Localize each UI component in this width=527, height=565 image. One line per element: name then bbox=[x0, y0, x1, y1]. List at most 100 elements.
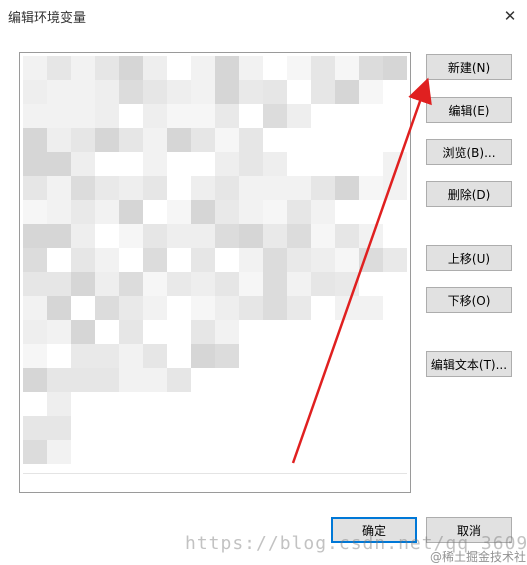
watermark-site: @稀土掘金技术社区 bbox=[430, 550, 527, 564]
redacted-pixel bbox=[23, 296, 47, 320]
redacted-pixel bbox=[47, 224, 71, 248]
redacted-pixel bbox=[311, 272, 335, 296]
redacted-pixel bbox=[47, 128, 71, 152]
redacted-pixel bbox=[239, 56, 263, 80]
redacted-pixel bbox=[215, 128, 239, 152]
redacted-pixel bbox=[143, 128, 167, 152]
redacted-pixel bbox=[47, 440, 71, 464]
redacted-pixel bbox=[95, 176, 119, 200]
redacted-pixel bbox=[23, 344, 47, 368]
redacted-pixel bbox=[335, 152, 359, 176]
redacted-pixel bbox=[215, 176, 239, 200]
redacted-pixel bbox=[143, 152, 167, 176]
redacted-pixel bbox=[215, 224, 239, 248]
redacted-pixel bbox=[287, 224, 311, 248]
redacted-pixel bbox=[383, 56, 407, 80]
new-button[interactable]: 新建(N) bbox=[426, 54, 512, 80]
redacted-pixel bbox=[167, 368, 191, 392]
delete-button[interactable]: 删除(D) bbox=[426, 181, 512, 207]
redacted-pixel bbox=[167, 344, 191, 368]
redacted-pixel bbox=[47, 392, 71, 416]
redacted-pixel bbox=[47, 296, 71, 320]
redacted-pixel bbox=[287, 248, 311, 272]
redacted-pixel bbox=[239, 176, 263, 200]
redacted-pixel bbox=[95, 272, 119, 296]
move-up-button[interactable]: 上移(U) bbox=[426, 245, 512, 271]
redacted-pixel bbox=[47, 368, 71, 392]
redacted-pixel bbox=[287, 176, 311, 200]
redacted-pixel bbox=[23, 440, 47, 464]
redacted-pixel bbox=[47, 248, 71, 272]
redacted-pixel bbox=[191, 296, 215, 320]
redacted-pixel bbox=[335, 56, 359, 80]
redacted-pixel bbox=[191, 200, 215, 224]
redacted-pixel bbox=[143, 320, 167, 344]
redacted-pixel bbox=[359, 80, 383, 104]
redacted-pixel bbox=[47, 152, 71, 176]
redacted-pixel bbox=[23, 392, 47, 416]
redacted-pixel bbox=[239, 104, 263, 128]
redacted-pixel bbox=[359, 224, 383, 248]
redacted-pixel bbox=[287, 272, 311, 296]
redacted-pixel bbox=[191, 224, 215, 248]
redacted-pixel bbox=[215, 272, 239, 296]
redacted-pixel bbox=[335, 296, 359, 320]
redacted-pixel bbox=[167, 152, 191, 176]
redacted-pixel bbox=[335, 80, 359, 104]
browse-button[interactable]: 浏览(B)... bbox=[426, 139, 512, 165]
redacted-pixel bbox=[71, 272, 95, 296]
redacted-pixel bbox=[167, 128, 191, 152]
redacted-pixel bbox=[71, 248, 95, 272]
redacted-pixel bbox=[215, 152, 239, 176]
redacted-pixel bbox=[119, 248, 143, 272]
redacted-pixel bbox=[119, 104, 143, 128]
redacted-pixel bbox=[95, 56, 119, 80]
redacted-pixel bbox=[119, 200, 143, 224]
redacted-pixel bbox=[215, 200, 239, 224]
redacted-pixel bbox=[167, 176, 191, 200]
redacted-pixel bbox=[359, 56, 383, 80]
redacted-pixel bbox=[359, 176, 383, 200]
redacted-pixel bbox=[215, 344, 239, 368]
redacted-pixel bbox=[167, 272, 191, 296]
redacted-pixel bbox=[95, 200, 119, 224]
redacted-pixel bbox=[71, 56, 95, 80]
redacted-pixel bbox=[143, 56, 167, 80]
redacted-pixel bbox=[359, 248, 383, 272]
move-down-button[interactable]: 下移(O) bbox=[426, 287, 512, 313]
redacted-pixel bbox=[263, 176, 287, 200]
redacted-pixel bbox=[119, 80, 143, 104]
redacted-pixel bbox=[95, 104, 119, 128]
redacted-pixel bbox=[311, 296, 335, 320]
redacted-pixel bbox=[119, 344, 143, 368]
redacted-pixel bbox=[95, 368, 119, 392]
redacted-pixel bbox=[47, 200, 71, 224]
redacted-pixel bbox=[23, 128, 47, 152]
redacted-pixel bbox=[47, 344, 71, 368]
redacted-pixel bbox=[119, 368, 143, 392]
redacted-pixel bbox=[215, 296, 239, 320]
redacted-pixel bbox=[191, 272, 215, 296]
redacted-pixel bbox=[359, 152, 383, 176]
redacted-pixel bbox=[119, 272, 143, 296]
redacted-pixel bbox=[119, 56, 143, 80]
redacted-pixel bbox=[335, 224, 359, 248]
redacted-pixel bbox=[119, 176, 143, 200]
env-path-list[interactable] bbox=[19, 52, 411, 493]
redacted-pixel bbox=[47, 56, 71, 80]
redacted-pixel bbox=[71, 152, 95, 176]
redacted-pixel bbox=[23, 368, 47, 392]
close-button[interactable]: ✕ bbox=[493, 0, 527, 31]
edit-text-button[interactable]: 编辑文本(T)... bbox=[426, 351, 512, 377]
edit-button[interactable]: 编辑(E) bbox=[426, 97, 512, 123]
redacted-pixel bbox=[95, 152, 119, 176]
redacted-pixel bbox=[47, 80, 71, 104]
redacted-pixel bbox=[23, 320, 47, 344]
redacted-pixel bbox=[335, 176, 359, 200]
redacted-pixel bbox=[71, 224, 95, 248]
redacted-pixel bbox=[239, 296, 263, 320]
redacted-pixel bbox=[335, 248, 359, 272]
redacted-pixel bbox=[191, 128, 215, 152]
redacted-pixel bbox=[167, 296, 191, 320]
redacted-pixel bbox=[95, 344, 119, 368]
